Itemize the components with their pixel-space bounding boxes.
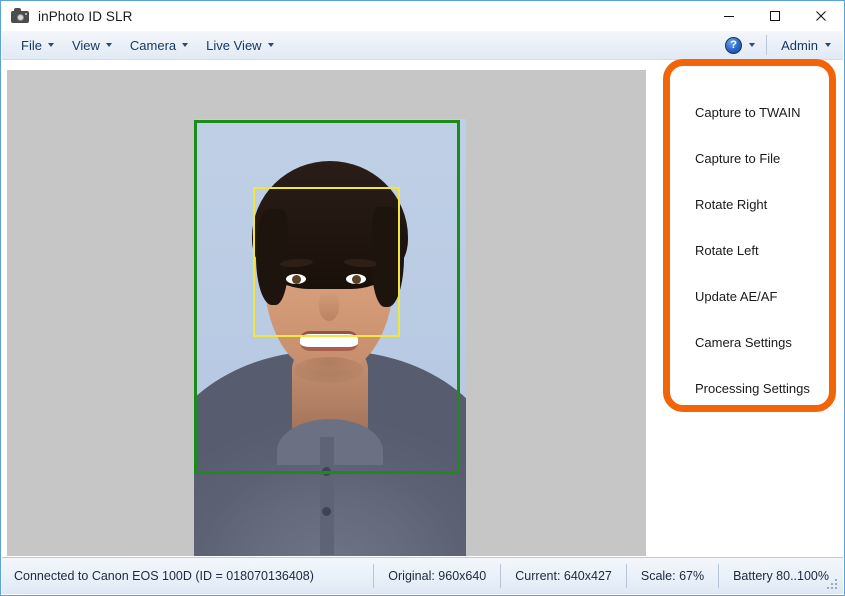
action-rotate-right[interactable]: Rotate Right <box>695 181 844 227</box>
application-window: inPhoto ID SLR File View Camera Live Vie… <box>0 0 845 596</box>
status-bar: Connected to Canon EOS 100D (ID = 018070… <box>2 557 843 594</box>
action-label: Capture to File <box>695 150 781 166</box>
menu-live-view-label: Live View <box>206 37 262 53</box>
menu-bar: File View Camera Live View ? Admin <box>2 31 843 60</box>
status-original-size: Original: 960x640 <box>388 569 487 583</box>
menu-live-view[interactable]: Live View <box>197 34 282 56</box>
menu-divider <box>766 35 768 55</box>
chevron-down-icon <box>182 43 189 47</box>
title-bar: inPhoto ID SLR <box>1 1 844 31</box>
face-detection-rectangle <box>253 187 400 337</box>
action-list: Capture to TWAIN Capture to File Rotate … <box>695 89 844 411</box>
action-camera-settings[interactable]: Camera Settings <box>695 319 844 365</box>
chevron-down-icon <box>825 43 831 47</box>
user-menu-admin[interactable]: Admin <box>769 33 843 57</box>
action-capture-to-file[interactable]: Capture to File <box>695 135 844 181</box>
action-rotate-left[interactable]: Rotate Left <box>695 227 844 273</box>
action-label: Rotate Left <box>695 242 759 258</box>
action-label: Camera Settings <box>695 334 792 350</box>
action-label: Capture to TWAIN <box>695 104 801 120</box>
menu-items: File View Camera Live View <box>2 31 843 59</box>
menu-camera[interactable]: Camera <box>121 34 197 56</box>
menu-file[interactable]: File <box>12 34 63 56</box>
chevron-down-icon <box>47 43 54 47</box>
chevron-down-icon <box>267 43 274 47</box>
action-label: Rotate Right <box>695 196 768 212</box>
close-button[interactable] <box>798 1 844 31</box>
action-panel: Capture to TWAIN Capture to File Rotate … <box>648 61 844 556</box>
menu-camera-label: Camera <box>129 37 177 53</box>
action-label: Processing Settings <box>695 380 810 396</box>
status-connection: Connected to Canon EOS 100D (ID = 018070… <box>14 569 314 583</box>
window-controls <box>706 1 844 31</box>
action-label: Update AE/AF <box>695 288 778 304</box>
action-capture-to-twain[interactable]: Capture to TWAIN <box>695 89 844 135</box>
chevron-down-icon <box>749 43 756 47</box>
help-circle-icon: ? <box>725 36 743 54</box>
status-scale: Scale: 67% <box>640 569 705 583</box>
window-title: inPhoto ID SLR <box>38 8 133 24</box>
status-current-size: Current: 640x427 <box>515 569 612 583</box>
menu-bar-right: ? Admin <box>719 31 843 59</box>
image-preview-area[interactable] <box>7 70 646 556</box>
menu-view[interactable]: View <box>63 34 121 56</box>
resize-grip-icon[interactable] <box>827 579 839 591</box>
camera-icon <box>11 8 29 24</box>
user-menu-label: Admin <box>781 37 818 53</box>
menu-file-label: File <box>21 37 42 53</box>
status-battery: Battery 80..100% <box>733 569 829 583</box>
maximize-button[interactable] <box>752 1 798 31</box>
action-processing-settings[interactable]: Processing Settings <box>695 365 844 411</box>
help-menu[interactable]: ? <box>719 33 764 57</box>
chevron-down-icon <box>105 43 112 47</box>
minimize-button[interactable] <box>706 1 752 31</box>
action-update-ae-af[interactable]: Update AE/AF <box>695 273 844 319</box>
menu-view-label: View <box>71 37 100 53</box>
